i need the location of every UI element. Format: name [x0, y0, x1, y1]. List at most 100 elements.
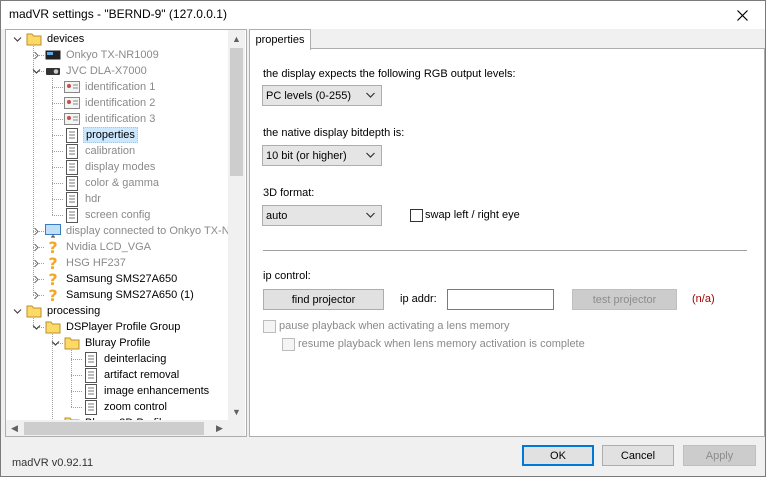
collapse-chevron-icon[interactable] — [31, 319, 41, 335]
tree-item[interactable]: identification 3 — [50, 111, 157, 127]
vertical-scroll-thumb[interactable] — [230, 48, 243, 176]
tree-item-label: HSG HF237 — [66, 257, 126, 269]
test-projector-button[interactable]: test projector — [572, 289, 677, 310]
tree-item-label: zoom control — [104, 401, 167, 413]
svg-text:?: ? — [48, 239, 57, 255]
tree-item[interactable]: ? Samsung SMS27A650 (1) — [31, 287, 196, 303]
folder-icon — [26, 31, 42, 47]
collapse-chevron-icon[interactable] — [31, 63, 41, 79]
resume-playback-checkbox[interactable] — [282, 338, 295, 351]
tree-item-label: Samsung SMS27A650 — [66, 273, 178, 285]
tree-item[interactable]: identification 1 — [50, 79, 157, 95]
tree-vertical-scrollbar[interactable]: ▲ ▼ — [228, 30, 245, 420]
tree-item-label: artifact removal — [104, 369, 180, 381]
page-icon — [83, 351, 99, 367]
scroll-up-arrow-icon[interactable]: ▲ — [228, 30, 245, 47]
bitdepth-dropdown[interactable]: 10 bit (or higher) — [262, 145, 382, 166]
page-icon — [64, 175, 80, 191]
rgb-levels-label: the display expects the following RGB ou… — [263, 68, 516, 80]
tree-item[interactable]: Onkyo TX-NR1009 — [31, 47, 161, 63]
rgb-levels-dropdown[interactable]: PC levels (0-255) — [262, 85, 382, 106]
expand-chevron-icon[interactable] — [31, 255, 41, 271]
tree-item-label: processing — [47, 305, 101, 317]
tree-item[interactable]: calibration — [50, 143, 137, 159]
bitdepth-label: the native display bitdepth is: — [263, 127, 405, 139]
tree-item[interactable]: artifact removal — [69, 367, 181, 383]
tab-strip: properties — [249, 29, 765, 50]
scroll-right-arrow-icon[interactable]: ▶ — [211, 420, 228, 436]
tree-item-label: screen config — [85, 209, 151, 221]
scroll-down-arrow-icon[interactable]: ▼ — [228, 403, 245, 420]
collapse-chevron-icon[interactable] — [12, 303, 22, 319]
tree-item-label: Onkyo TX-NR1009 — [66, 49, 159, 61]
tree-item[interactable]: ? Samsung SMS27A650 — [31, 271, 179, 287]
expand-chevron-icon[interactable] — [31, 47, 41, 63]
tree-item[interactable]: ? Nvidia LCD_VGA — [31, 239, 153, 255]
expand-chevron-icon[interactable] — [31, 271, 41, 287]
unknown-device-icon: ? — [45, 287, 61, 303]
collapse-chevron-icon[interactable] — [12, 31, 22, 47]
expand-chevron-icon[interactable] — [31, 287, 41, 303]
swap-eye-checkbox[interactable] — [410, 209, 423, 222]
page-icon — [64, 127, 80, 143]
expand-chevron-icon[interactable] — [31, 239, 41, 255]
tree-item-label: display modes — [85, 161, 156, 173]
tree-item[interactable]: Bluray Profile — [50, 335, 152, 351]
page-icon — [83, 367, 99, 383]
svg-text:?: ? — [48, 271, 57, 287]
tree-item[interactable]: hdr — [50, 191, 103, 207]
tree-item[interactable]: devices — [12, 31, 86, 47]
folder-icon — [64, 335, 80, 351]
window-title: madVR settings - "BERND-9" (127.0.0.1) — [9, 7, 227, 21]
tree-item-label: JVC DLA-X7000 — [66, 65, 147, 77]
tree-item[interactable]: DSPlayer Profile Group — [31, 319, 182, 335]
tree-item[interactable]: identification 2 — [50, 95, 157, 111]
scrollbar-corner — [228, 420, 245, 436]
horizontal-scroll-thumb[interactable] — [24, 422, 204, 435]
unknown-device-icon: ? — [45, 271, 61, 287]
tree-item[interactable]: display modes — [50, 159, 157, 175]
id-card-icon — [64, 79, 80, 95]
ip-addr-input[interactable] — [447, 289, 554, 310]
tree-item[interactable]: zoom control — [69, 399, 169, 415]
tree-item-label: display connected to Onkyo TX-N — [66, 225, 230, 237]
apply-button[interactable]: Apply — [683, 445, 756, 466]
id-card-icon — [64, 95, 80, 111]
tree-item[interactable]: deinterlacing — [69, 351, 168, 367]
scroll-left-arrow-icon[interactable]: ◀ — [6, 420, 23, 436]
tree-item[interactable]: screen config — [50, 207, 152, 223]
expand-chevron-icon[interactable] — [31, 223, 41, 239]
find-projector-button[interactable]: find projector — [263, 289, 384, 310]
tree-item-label: color & gamma — [85, 177, 159, 189]
tree-item[interactable]: properties — [50, 127, 138, 143]
close-button[interactable] — [719, 1, 765, 29]
collapse-chevron-icon[interactable] — [50, 335, 60, 351]
projector-icon — [45, 63, 61, 79]
format-3d-dropdown[interactable]: auto — [262, 205, 382, 226]
version-label: madVR v0.92.11 — [12, 457, 94, 469]
tree-item[interactable]: color & gamma — [50, 175, 161, 191]
cancel-button[interactable]: Cancel — [602, 445, 674, 466]
tab-properties[interactable]: properties — [249, 29, 311, 50]
tree-item[interactable]: processing — [12, 303, 102, 319]
swap-eye-label: swap left / right eye — [425, 209, 520, 221]
avr-device-icon — [45, 47, 61, 63]
tree-item-label: Samsung SMS27A650 (1) — [66, 289, 194, 301]
ok-button[interactable]: OK — [522, 445, 594, 466]
tree-item-label: identification 3 — [85, 113, 156, 125]
tree-item[interactable]: display connected to Onkyo TX-N — [31, 223, 232, 239]
tree-item[interactable]: JVC DLA-X7000 — [31, 63, 149, 79]
tree-item[interactable]: ? HSG HF237 — [31, 255, 128, 271]
tree-item[interactable]: image enhancements — [69, 383, 211, 399]
settings-tree[interactable]: devices Onkyo TX-NR1009 JVC DLA-X7000 ident… — [5, 29, 247, 437]
pause-playback-checkbox[interactable] — [263, 320, 276, 333]
ip-control-label: ip control: — [263, 270, 311, 282]
tree-horizontal-scrollbar[interactable]: ◀ ▶ — [6, 420, 228, 436]
